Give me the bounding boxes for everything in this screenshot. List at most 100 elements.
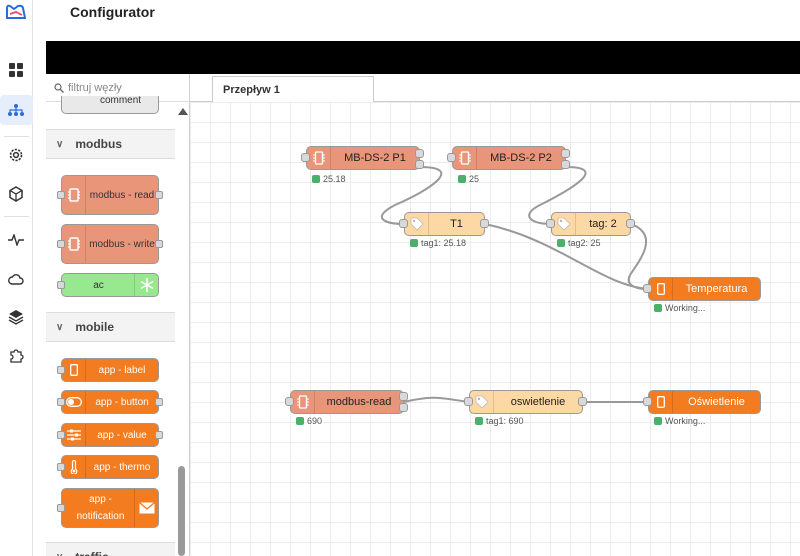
input-port <box>57 191 65 199</box>
input-port[interactable] <box>447 153 456 162</box>
status-text: tag1: 25.18 <box>421 238 467 248</box>
node-status: Working... <box>654 416 705 426</box>
output-port[interactable] <box>415 149 424 158</box>
flow-node-label: T1 <box>450 218 463 230</box>
palette-node-modbus-write[interactable]: modbus - write <box>57 224 163 264</box>
status-text: Working... <box>665 303 706 313</box>
category-modbus[interactable]: ∨ modbus <box>46 129 175 159</box>
output-port[interactable] <box>626 219 635 228</box>
flow-workspace[interactable] <box>190 102 800 556</box>
input-port[interactable] <box>285 397 294 406</box>
flow-node-t1[interactable]: T1 <box>404 212 485 236</box>
input-port[interactable] <box>643 397 652 406</box>
status-text: 690 <box>307 416 323 426</box>
flow-node-modbus-read[interactable]: modbus-read <box>290 390 404 414</box>
flow-node-oswietlenie[interactable]: oswietlenie <box>469 390 583 414</box>
status-text: 25.18 <box>323 174 346 184</box>
flow-node-label: oswietlenie <box>510 396 566 408</box>
toggle-icon <box>62 391 86 413</box>
palette-node-ac[interactable]: ac <box>57 273 159 297</box>
flow-node-mb-ds-2-p1[interactable]: MB-DS-2 P1 <box>306 146 420 170</box>
gear-icon[interactable] <box>6 145 26 165</box>
palette-node-label: app - value <box>97 429 147 441</box>
output-port <box>155 191 163 199</box>
status-text: Working... <box>665 416 706 426</box>
node-status: 25 <box>458 174 479 184</box>
chevron-down-icon: ∨ <box>56 321 64 333</box>
thermometer-icon <box>62 456 86 478</box>
palette-node-label: app - notification <box>76 494 125 522</box>
dashboard-icon[interactable] <box>6 60 26 80</box>
status-text: tag1: 690 <box>486 416 524 426</box>
status-dot <box>475 417 483 425</box>
flow-node-label: modbus-read <box>326 396 392 408</box>
phone-icon <box>649 278 673 300</box>
palette-scrollbar-thumb[interactable] <box>178 466 185 556</box>
tag-icon <box>470 391 494 413</box>
output-port[interactable] <box>415 160 424 169</box>
chip-icon <box>62 176 86 214</box>
output-port[interactable] <box>561 149 570 158</box>
sliders-icon <box>62 424 86 446</box>
output-port[interactable] <box>561 160 570 169</box>
palette-node-app-button[interactable]: app - button <box>57 390 163 414</box>
status-dot <box>557 239 565 247</box>
flow-icon[interactable] <box>6 100 26 120</box>
node-status: 25.18 <box>312 174 346 184</box>
tab-przeplyw-1[interactable]: Przepływ 1 <box>212 76 374 103</box>
cloud-icon[interactable] <box>6 269 26 289</box>
palette-node-app-value[interactable]: app - value <box>57 423 163 447</box>
puzzle-icon[interactable] <box>6 346 26 366</box>
palette-node-app-notification[interactable]: app - notification <box>57 488 159 528</box>
status-dot <box>654 304 662 312</box>
input-port[interactable] <box>399 219 408 228</box>
chip-icon <box>62 225 86 263</box>
phone-icon <box>62 359 86 381</box>
input-port <box>57 240 65 248</box>
palette-node-label: ac <box>93 279 104 291</box>
node-status: Working... <box>654 303 705 313</box>
output-port[interactable] <box>480 219 489 228</box>
app-logo-icon <box>6 4 26 19</box>
flow-node-tag-2[interactable]: tag: 2 <box>551 212 631 236</box>
input-port <box>57 366 65 374</box>
activity-icon[interactable] <box>6 230 26 250</box>
app-title: Configurator <box>70 4 155 20</box>
node-status: tag2: 25 <box>557 238 601 248</box>
flow-node-mb-ds-2-p2[interactable]: MB-DS-2 P2 <box>452 146 566 170</box>
cube-icon[interactable] <box>6 184 26 204</box>
status-dot <box>312 175 320 183</box>
palette-node-comment[interactable]: comment <box>61 95 159 114</box>
chip-icon <box>453 147 477 169</box>
output-port <box>155 431 163 439</box>
category-label: traffic <box>75 550 108 556</box>
chip-icon <box>307 147 331 169</box>
palette-node-label: app - thermo <box>93 461 151 473</box>
palette-node-modbus-read[interactable]: modbus - read <box>57 175 163 215</box>
input-port[interactable] <box>546 219 555 228</box>
output-port[interactable] <box>399 392 408 401</box>
editor-header-bar <box>46 41 800 74</box>
palette-node-app-thermo[interactable]: app - thermo <box>57 455 159 479</box>
scroll-up-arrow-icon[interactable] <box>178 108 188 115</box>
flow-tab-bar: Przepływ 1 <box>190 74 800 103</box>
output-port[interactable] <box>399 403 408 412</box>
status-dot <box>458 175 466 183</box>
input-port[interactable] <box>643 284 652 293</box>
palette-node-app-label[interactable]: app - label <box>57 358 159 382</box>
flow-node-oswietlenie-out[interactable]: Oświetlenie <box>648 390 761 414</box>
status-text: 25 <box>469 174 480 184</box>
status-text: tag2: 25 <box>568 238 601 248</box>
category-label: mobile <box>75 320 114 334</box>
input-port <box>57 398 65 406</box>
category-traffic[interactable]: ∨ traffic <box>46 542 175 556</box>
palette-node-label: modbus - write <box>89 238 155 250</box>
output-port[interactable] <box>578 397 587 406</box>
input-port[interactable] <box>301 153 310 162</box>
input-port[interactable] <box>464 397 473 406</box>
layers-icon[interactable] <box>6 307 26 327</box>
node-status: tag1: 690 <box>475 416 524 426</box>
flow-node-temperatura[interactable]: Temperatura <box>648 277 761 301</box>
flow-node-label: tag: 2 <box>589 218 617 230</box>
category-mobile[interactable]: ∨ mobile <box>46 312 175 342</box>
